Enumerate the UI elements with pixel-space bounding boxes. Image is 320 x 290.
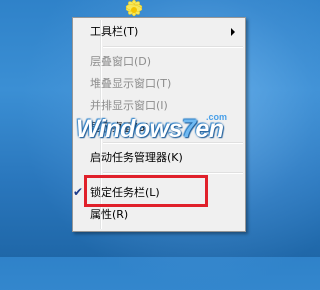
- menu-item-label: 显示桌面(S): [90, 121, 150, 134]
- menu-item-label: 启动任务管理器(K): [90, 151, 183, 164]
- menu-item-toolbars[interactable]: 工具栏(T): [75, 22, 243, 41]
- highlight-box: [84, 175, 208, 207]
- menu-item-label: 并排显示窗口(I): [90, 99, 168, 112]
- menu-item-label: 工具栏(T): [90, 25, 139, 38]
- menu-item-show-desktop[interactable]: 显示桌面(S): [75, 118, 243, 137]
- menu-item-label: 堆叠显示窗口(T): [90, 77, 172, 90]
- menu-separator: [103, 142, 243, 144]
- submenu-arrow-icon: [231, 28, 235, 36]
- menu-item-stack-windows[interactable]: 堆叠显示窗口(T): [75, 74, 243, 93]
- menu-item-cascade-windows[interactable]: 层叠窗口(D): [75, 52, 243, 71]
- menu-item-label: 层叠窗口(D): [90, 55, 152, 68]
- checkmark-icon: ✔: [73, 185, 84, 199]
- menu-separator: [103, 46, 243, 48]
- menu-item-label: 属性(R): [90, 208, 129, 221]
- menu-item-properties[interactable]: 属性(R): [75, 205, 243, 224]
- menu-item-task-manager[interactable]: 启动任务管理器(K): [75, 148, 243, 167]
- menu-separator: [103, 172, 243, 174]
- menu-item-side-by-side[interactable]: 并排显示窗口(I): [75, 96, 243, 115]
